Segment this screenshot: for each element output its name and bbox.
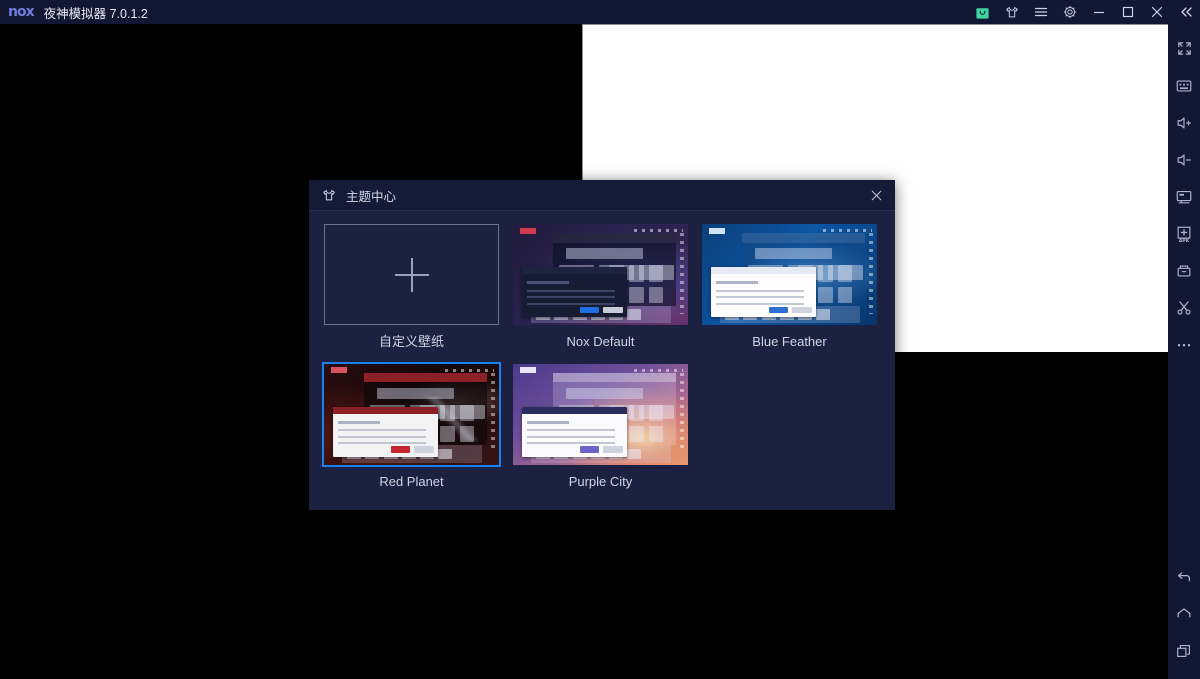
theme-label: Red Planet [379, 473, 444, 489]
volume-up-icon[interactable] [1168, 104, 1200, 141]
app-title: 夜神模拟器 7.0.1.2 [43, 6, 148, 21]
purple-city-thumbnail[interactable] [513, 363, 688, 465]
theme-card-blue-feather[interactable]: Blue Feather [702, 224, 877, 350]
theme-label: Purple City [568, 473, 633, 489]
theme-card-red-planet[interactable]: Red Planet [322, 361, 501, 490]
store-icon[interactable] [968, 0, 997, 24]
theme-card-custom-wallpaper[interactable]: 自定义壁纸 [324, 224, 499, 350]
theme-label: Blue Feather [752, 334, 827, 349]
plus-icon [394, 257, 429, 292]
apk-install-icon[interactable]: APK [1168, 215, 1200, 252]
gear-icon[interactable] [1055, 0, 1084, 24]
theme-label: Nox Default [566, 334, 635, 349]
minimize-icon[interactable] [1084, 0, 1113, 24]
svg-text:APK: APK [1179, 238, 1190, 243]
theme-card-purple-city[interactable]: Purple City [513, 363, 688, 490]
recents-icon[interactable] [1168, 632, 1200, 669]
blue-feather-thumbnail[interactable] [702, 224, 877, 325]
home-icon[interactable] [1168, 595, 1200, 632]
theme-center-dialog: 主题中心 自定义壁纸 Nox Default Blue Feather Red … [309, 180, 895, 510]
window-titlebar: nox 夜神模拟器 7.0.1.2 [0, 0, 1200, 24]
file-manager-icon[interactable] [1168, 252, 1200, 289]
nox-default-thumbnail[interactable] [513, 224, 688, 325]
scissors-icon[interactable] [1168, 289, 1200, 326]
tshirt-icon [321, 187, 337, 203]
fullscreen-icon[interactable] [1168, 30, 1200, 67]
menu-icon[interactable] [1026, 0, 1055, 24]
theme-grid: 自定义壁纸 Nox Default Blue Feather Red Plane… [309, 211, 895, 489]
tshirt-icon[interactable] [997, 0, 1026, 24]
titlebar-buttons [968, 0, 1200, 24]
nox-logo: nox [8, 4, 35, 20]
volume-down-icon[interactable] [1168, 141, 1200, 178]
back-icon[interactable] [1168, 558, 1200, 595]
maximize-icon[interactable] [1113, 0, 1142, 24]
keyboard-icon[interactable] [1168, 67, 1200, 104]
custom-wallpaper-thumbnail[interactable] [324, 224, 499, 325]
dialog-header: 主题中心 [309, 180, 895, 211]
right-toolbar: APK [1168, 24, 1200, 679]
more-icon[interactable] [1168, 326, 1200, 363]
theme-label: 自定义壁纸 [378, 334, 444, 349]
dialog-title: 主题中心 [346, 189, 397, 204]
red-planet-thumbnail[interactable] [322, 361, 501, 467]
theme-card-nox-default[interactable]: Nox Default [513, 224, 688, 350]
dialog-close-icon[interactable] [857, 180, 895, 211]
close-icon[interactable] [1142, 0, 1171, 24]
collapse-icon[interactable] [1171, 0, 1200, 24]
screen-icon[interactable] [1168, 178, 1200, 215]
